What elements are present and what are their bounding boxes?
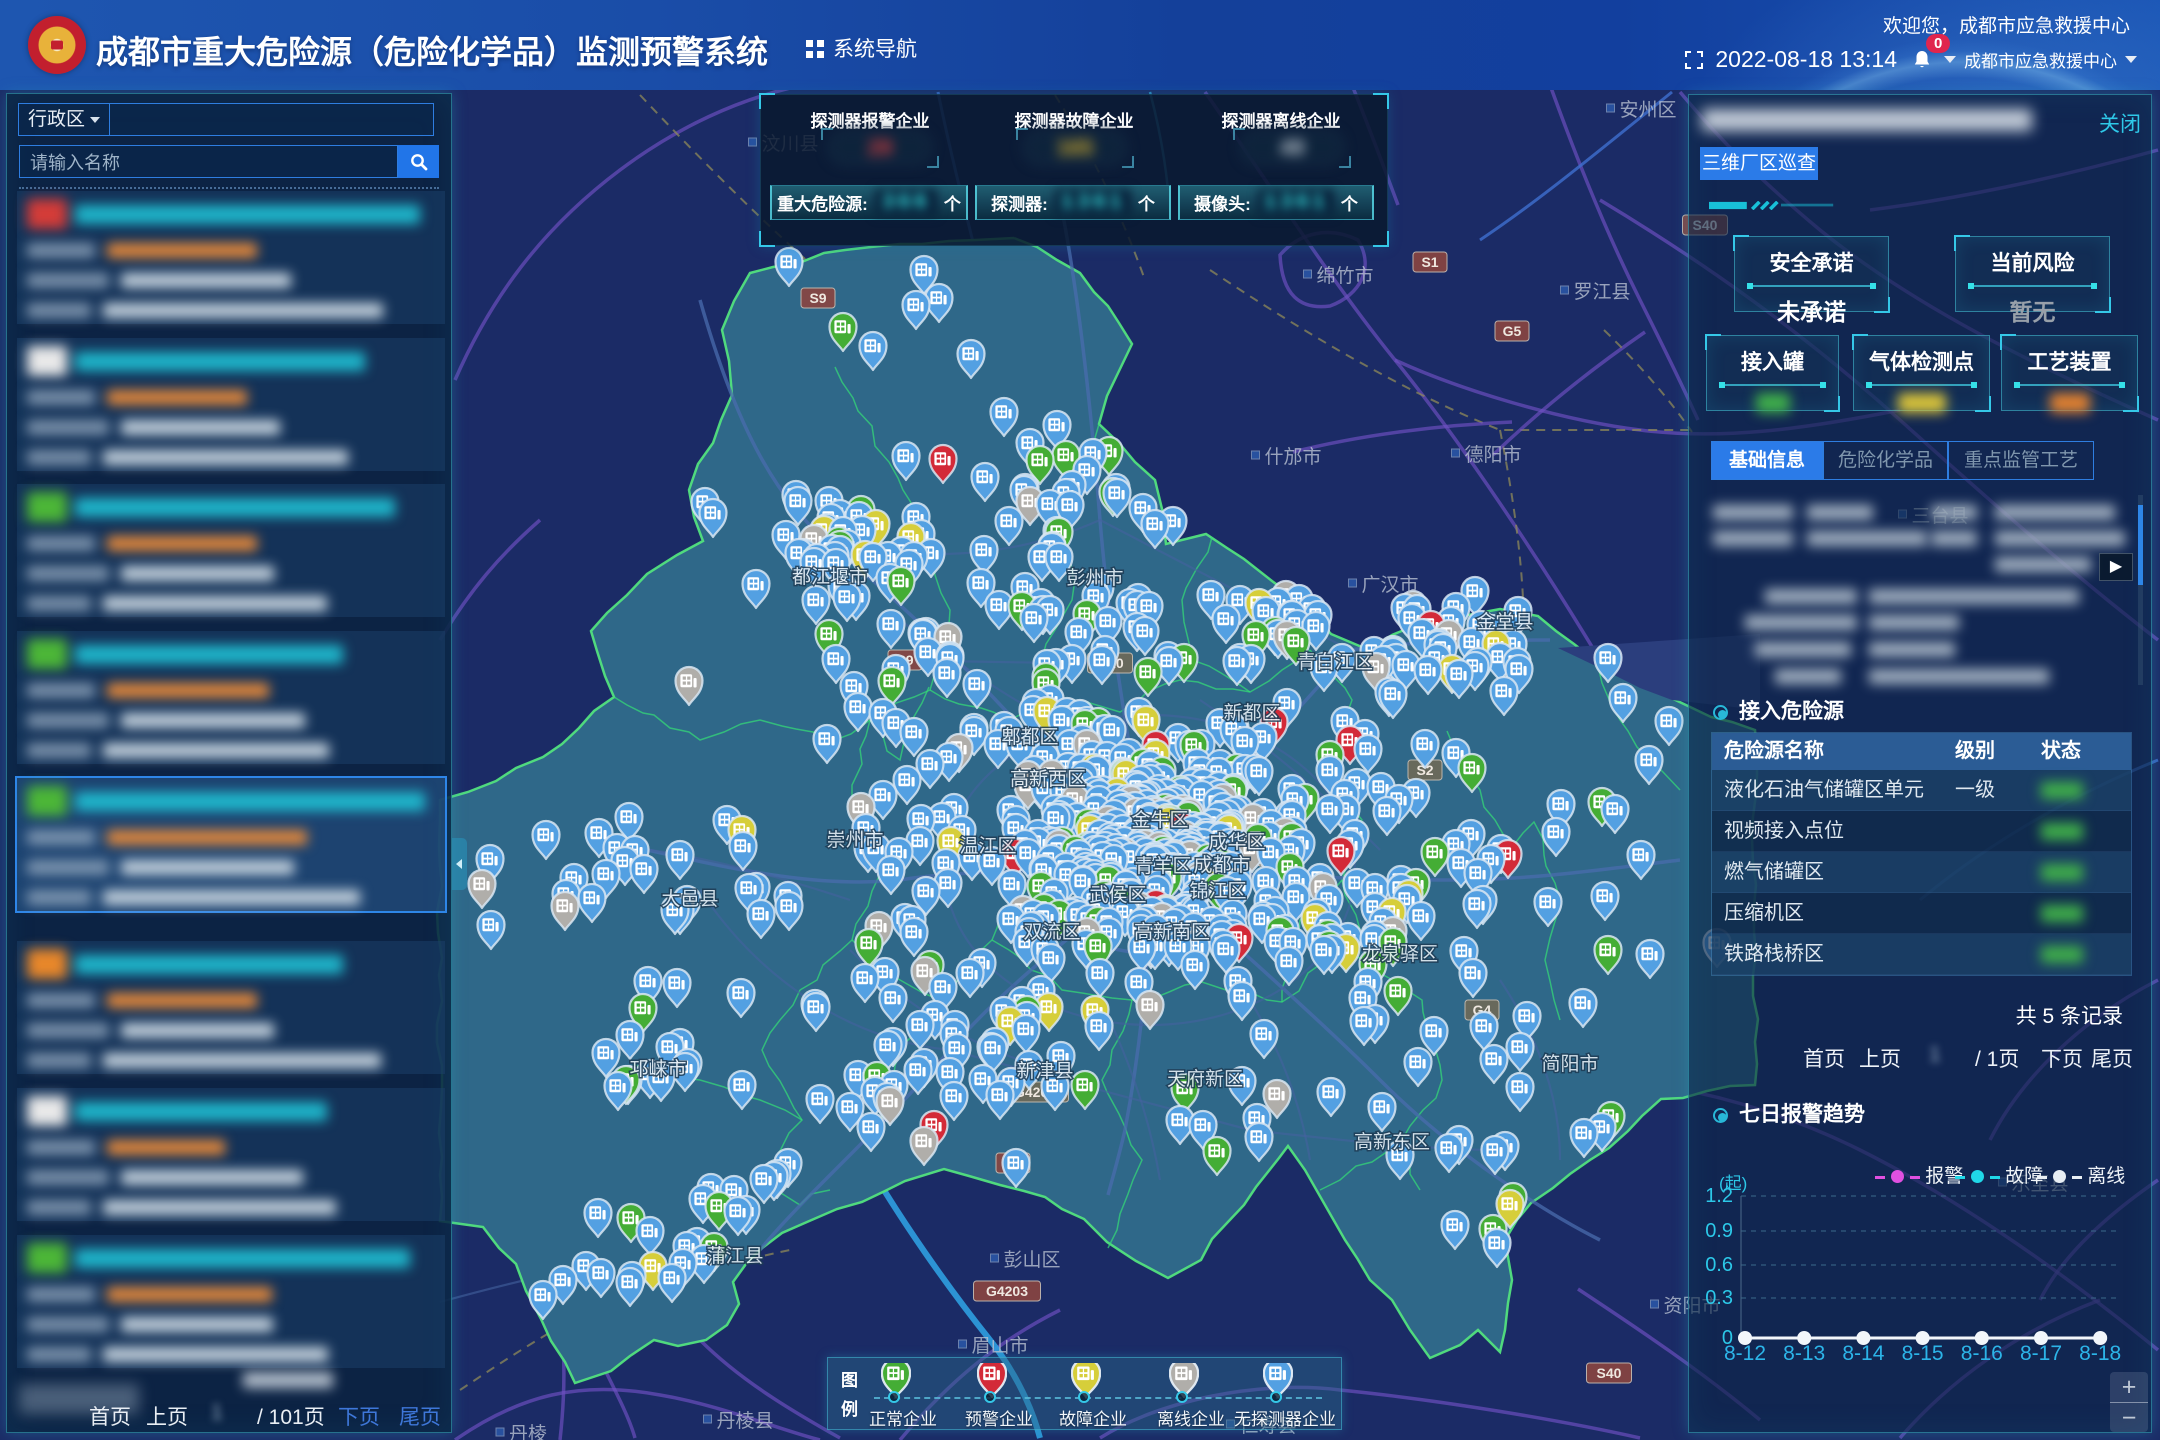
svg-text:丹棱县: 丹棱县	[716, 1410, 773, 1432]
svg-text:金堂县: 金堂县	[1476, 611, 1533, 633]
svg-text:双流区: 双流区	[1023, 921, 1080, 943]
svg-text:1.2: 1.2	[1705, 1185, 1733, 1207]
svg-text:0.9: 0.9	[1705, 1220, 1733, 1242]
svg-text:武侯区: 武侯区	[1089, 884, 1146, 906]
svg-text:德阳市: 德阳市	[1464, 444, 1521, 466]
svg-text:大邑县: 大邑县	[661, 888, 718, 910]
svg-text:8-18: 8-18	[2079, 1342, 2121, 1365]
svg-text:成华区: 成华区	[1208, 831, 1265, 853]
svg-text:广汉市: 广汉市	[1361, 574, 1418, 596]
svg-text:8-17: 8-17	[2020, 1342, 2062, 1365]
svg-text:青羊区: 青羊区	[1134, 855, 1191, 877]
svg-text:彭山区: 彭山区	[1003, 1249, 1060, 1271]
svg-text:简阳市: 简阳市	[1541, 1053, 1598, 1075]
svg-text:8-16: 8-16	[1961, 1342, 2003, 1365]
svg-text:新津县: 新津县	[1016, 1060, 1073, 1082]
svg-text:蒲江县: 蒲江县	[706, 1245, 763, 1267]
svg-text:成都市: 成都市	[1193, 854, 1250, 876]
svg-text:绵竹市: 绵竹市	[1316, 265, 1373, 287]
svg-text:0.3: 0.3	[1705, 1287, 1733, 1309]
svg-text:S9: S9	[809, 290, 826, 306]
svg-text:眉山市: 眉山市	[971, 1335, 1028, 1357]
svg-text:罗江县: 罗江县	[1573, 281, 1630, 303]
svg-text:丹棱: 丹棱	[509, 1423, 547, 1440]
svg-text:8-14: 8-14	[1842, 1342, 1884, 1365]
svg-text:G4203: G4203	[986, 1283, 1028, 1299]
svg-text:安州区: 安州区	[1619, 99, 1676, 121]
svg-text:高新南区: 高新南区	[1134, 921, 1210, 943]
svg-text:天府新区: 天府新区	[1167, 1068, 1243, 1090]
svg-text:青白江区: 青白江区	[1297, 651, 1373, 673]
svg-text:高新西区: 高新西区	[1010, 768, 1086, 790]
svg-text:温江区: 温江区	[959, 835, 1016, 857]
svg-text:高新东区: 高新东区	[1354, 1131, 1430, 1153]
svg-text:0.6: 0.6	[1705, 1254, 1733, 1276]
svg-text:什邡市: 什邡市	[1264, 446, 1321, 468]
svg-text:锦江区: 锦江区	[1189, 880, 1246, 902]
svg-text:新都区: 新都区	[1223, 702, 1280, 724]
svg-text:都江堰市: 都江堰市	[792, 566, 868, 588]
svg-text:S40: S40	[1597, 1365, 1622, 1381]
svg-text:金牛区: 金牛区	[1131, 809, 1188, 831]
svg-text:8-13: 8-13	[1783, 1342, 1825, 1365]
svg-text:龙泉驿区: 龙泉驿区	[1362, 943, 1438, 965]
svg-text:彭州市: 彭州市	[1066, 567, 1123, 589]
svg-text:8-12: 8-12	[1724, 1342, 1766, 1365]
svg-text:崇州市: 崇州市	[826, 829, 883, 851]
svg-text:邛崃市: 邛崃市	[629, 1058, 686, 1080]
svg-text:8-15: 8-15	[1902, 1342, 1944, 1365]
svg-text:G5: G5	[1503, 323, 1522, 339]
svg-text:S1: S1	[1421, 254, 1438, 270]
svg-text:郫都区: 郫都区	[1001, 726, 1058, 748]
